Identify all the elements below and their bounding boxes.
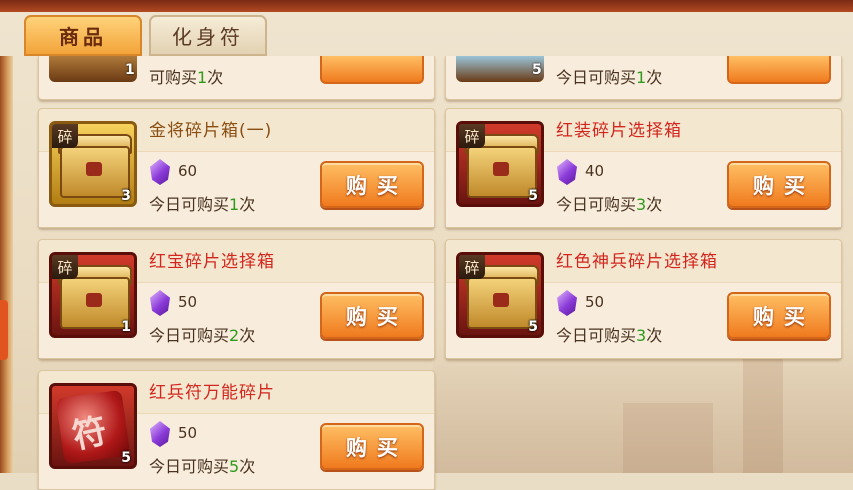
purchase-limit: 今日可购买1次 bbox=[149, 191, 255, 215]
limit-suffix: 次 bbox=[646, 195, 663, 214]
limit-prefix: 今日可购买 bbox=[149, 457, 230, 476]
chest-body bbox=[467, 277, 537, 329]
limit-prefix: 今日可购买 bbox=[149, 326, 230, 345]
item-count: 1 bbox=[121, 319, 131, 335]
item-price: 60 bbox=[178, 162, 198, 180]
limit-prefix: 今日可购买 bbox=[149, 195, 230, 214]
limit-suffix: 次 bbox=[239, 326, 256, 345]
purchase-limit: 今日可购买5次 bbox=[149, 453, 255, 477]
weapon-chest-icon[interactable]: 碎 5 bbox=[456, 252, 544, 338]
limit-count: 1 bbox=[229, 195, 240, 214]
buy-button[interactable]: 购买 bbox=[320, 161, 424, 208]
fragment-tag: 碎 bbox=[459, 124, 485, 148]
item-price: 50 bbox=[585, 293, 605, 311]
item-name: 红兵符万能碎片 bbox=[149, 383, 275, 403]
shop-item-card: 碎 5 红装碎片选择箱 40 今日可购买3次 购买 bbox=[445, 108, 842, 228]
limit-prefix: 可购买 bbox=[149, 68, 198, 87]
shop-item-card: 碎 5 红色神兵碎片选择箱 50 今日可购买3次 购买 bbox=[445, 239, 842, 359]
purchase-limit: 今日可购买1次 bbox=[556, 64, 662, 88]
chest-body bbox=[60, 277, 130, 329]
left-side-tab[interactable] bbox=[0, 300, 8, 360]
background-tower bbox=[743, 353, 783, 473]
limit-prefix: 今日可购买 bbox=[556, 195, 637, 214]
item-count: 5 bbox=[121, 450, 131, 466]
item-name: 红装碎片选择箱 bbox=[556, 121, 682, 141]
item-price: 50 bbox=[178, 424, 198, 442]
list-item-partial[interactable]: 1 可购买1次 bbox=[38, 56, 435, 100]
item-price: 50 bbox=[178, 293, 198, 311]
buy-button[interactable] bbox=[320, 56, 424, 84]
limit-suffix: 次 bbox=[207, 68, 224, 87]
buy-button[interactable]: 购买 bbox=[320, 423, 424, 470]
gem-chest-icon[interactable]: 碎 1 bbox=[49, 252, 137, 338]
shop-item-card: 碎 1 红宝碎片选择箱 50 今日可购买2次 购买 bbox=[38, 239, 435, 359]
left-frame-border bbox=[0, 56, 13, 473]
limit-count: 5 bbox=[229, 457, 240, 476]
tab-avatar-token[interactable]: 化身符 bbox=[149, 15, 267, 56]
tab-goods[interactable]: 商品 bbox=[24, 15, 142, 56]
item-name: 金将碎片箱(一) bbox=[149, 121, 273, 141]
chest-body bbox=[60, 146, 130, 198]
limit-suffix: 次 bbox=[239, 457, 256, 476]
shop-item-card: 碎 3 金将碎片箱(一) 60 今日可购买1次 购买 bbox=[38, 108, 435, 228]
buy-button[interactable]: 购买 bbox=[727, 161, 831, 208]
limit-suffix: 次 bbox=[646, 326, 663, 345]
purchase-limit: 今日可购买3次 bbox=[556, 191, 662, 215]
buy-button[interactable]: 购买 bbox=[727, 292, 831, 339]
limit-prefix: 今日可购买 bbox=[556, 326, 637, 345]
limit-suffix: 次 bbox=[646, 68, 663, 87]
item-icon bbox=[456, 56, 544, 82]
item-count: 5 bbox=[528, 188, 538, 204]
limit-count: 2 bbox=[229, 326, 240, 345]
equipment-chest-icon[interactable]: 碎 5 bbox=[456, 121, 544, 207]
purchase-limit: 今日可购买3次 bbox=[556, 322, 662, 346]
item-count: 1 bbox=[125, 62, 135, 78]
limit-count: 1 bbox=[197, 68, 208, 87]
background-wall bbox=[623, 403, 713, 473]
list-item-partial[interactable]: 5 今日可购买1次 bbox=[445, 56, 842, 100]
limit-count: 3 bbox=[636, 326, 647, 345]
item-name: 红色神兵碎片选择箱 bbox=[556, 252, 718, 272]
chest-body bbox=[467, 146, 537, 198]
fragment-tag: 碎 bbox=[459, 255, 485, 279]
item-count: 5 bbox=[528, 319, 538, 335]
top-bar bbox=[0, 0, 853, 12]
item-price: 40 bbox=[585, 162, 605, 180]
shop-item-card: 符 5 红兵符万能碎片 50 今日可购买5次 购买 bbox=[38, 370, 435, 490]
fragment-tag: 碎 bbox=[52, 124, 78, 148]
item-count: 3 bbox=[121, 188, 131, 204]
limit-count: 1 bbox=[636, 68, 647, 87]
buy-button[interactable]: 购买 bbox=[320, 292, 424, 339]
item-icon bbox=[49, 56, 137, 82]
item-count: 5 bbox=[532, 62, 542, 78]
token-fragment-icon[interactable]: 符 5 bbox=[49, 383, 137, 469]
item-name: 红宝碎片选择箱 bbox=[149, 252, 275, 272]
hero-chest-icon[interactable]: 碎 3 bbox=[49, 121, 137, 207]
buy-button[interactable] bbox=[727, 56, 831, 84]
limit-suffix: 次 bbox=[239, 195, 256, 214]
purchase-limit: 今日可购买2次 bbox=[149, 322, 255, 346]
limit-count: 3 bbox=[636, 195, 647, 214]
purchase-limit: 可购买1次 bbox=[149, 64, 223, 88]
limit-prefix: 今日可购买 bbox=[556, 68, 637, 87]
fragment-tag: 碎 bbox=[52, 255, 78, 279]
